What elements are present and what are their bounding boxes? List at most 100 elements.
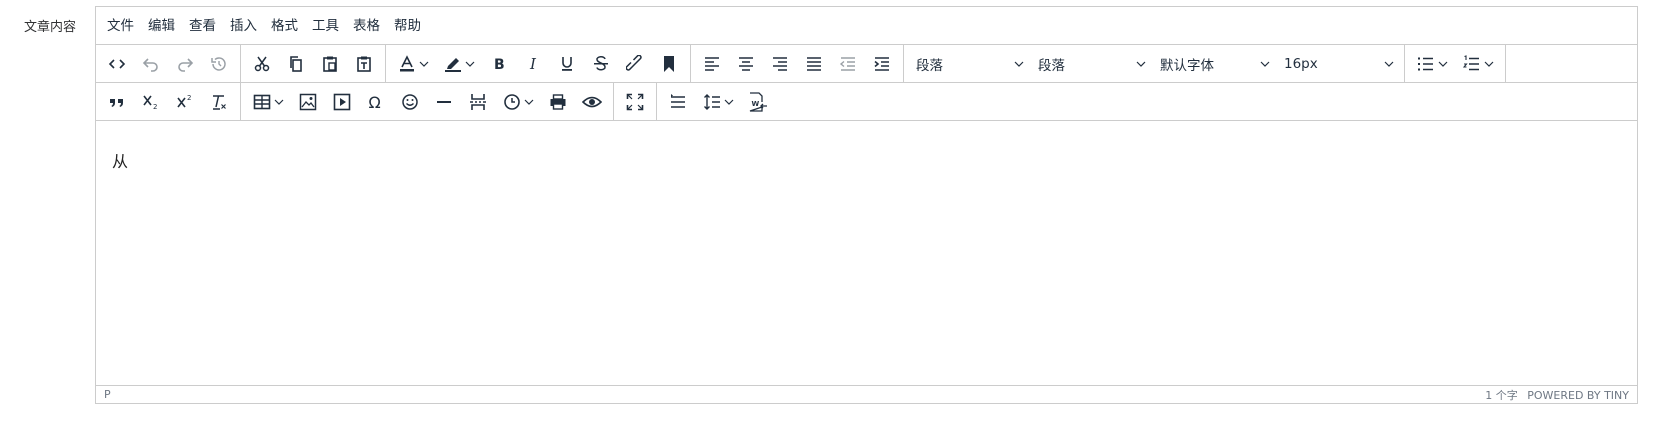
remove-format-button[interactable] [202, 87, 236, 117]
indent-button[interactable] [865, 49, 899, 79]
history-icon [211, 56, 226, 71]
page-break-button[interactable] [461, 87, 495, 117]
align-center-icon [739, 56, 753, 71]
source-code-icon [108, 58, 126, 69]
svg-text:I: I [529, 55, 537, 73]
fullscreen-button[interactable] [618, 87, 652, 117]
print-button[interactable] [541, 87, 575, 117]
text-color-button[interactable] [390, 49, 436, 79]
chevron-down-icon [1014, 61, 1024, 67]
toolbar-group-lists [1405, 45, 1506, 82]
word-import-icon: W [749, 91, 767, 112]
undo-button[interactable] [134, 49, 168, 79]
insert-datetime-button[interactable] [495, 87, 541, 117]
preview-button[interactable] [575, 87, 609, 117]
special-char-button[interactable]: Ω [359, 87, 393, 117]
line-spacing-button[interactable] [695, 87, 741, 117]
highlighter-icon [444, 57, 461, 72]
paste-button[interactable] [313, 49, 347, 79]
table-button[interactable] [245, 87, 291, 117]
fullscreen-icon [626, 93, 644, 110]
eye-icon [582, 96, 602, 107]
image-icon [299, 93, 317, 110]
superscript-button[interactable]: 2 [168, 87, 202, 117]
image-button[interactable] [291, 87, 325, 117]
line-height-button[interactable] [661, 87, 695, 117]
blockquote-button[interactable] [100, 87, 134, 117]
table-icon [253, 94, 270, 109]
font-size-select[interactable]: 16px [1276, 49, 1400, 79]
numbered-list-icon [1462, 54, 1479, 70]
align-justify-icon [807, 56, 821, 71]
paste-text-button[interactable] [347, 49, 381, 79]
toolbar-group-text: B I [386, 45, 691, 82]
toolbar-group-spacing: W [657, 83, 779, 120]
paste-icon [323, 56, 337, 72]
clock-icon [503, 93, 520, 110]
field-label: 文章内容 [24, 20, 77, 35]
copy-button[interactable] [279, 49, 313, 79]
source-code-button[interactable] [100, 49, 134, 79]
bullet-list-button[interactable] [1409, 49, 1455, 79]
block-format-select-2[interactable]: 段落 [1030, 49, 1152, 79]
chevron-down-icon [1438, 61, 1447, 67]
bold-button[interactable]: B [482, 49, 516, 79]
subscript-button[interactable]: 2 [134, 87, 168, 117]
redo-button[interactable] [168, 49, 202, 79]
branding-link[interactable]: POWERED BY TINY [1527, 389, 1629, 402]
bookmark-button[interactable] [652, 49, 686, 79]
svg-text:2: 2 [153, 103, 157, 111]
underline-icon [562, 56, 572, 71]
emoticons-button[interactable] [393, 87, 427, 117]
align-right-button[interactable] [763, 49, 797, 79]
font-size-value: 16px [1284, 55, 1318, 72]
menu-format[interactable]: 格式 [264, 7, 305, 45]
omega-icon: Ω [369, 93, 381, 111]
element-path[interactable]: P [104, 388, 111, 401]
clear-format-icon [213, 94, 226, 110]
content-paragraph[interactable]: 从 [112, 148, 128, 172]
bullet-list-icon [1417, 57, 1433, 70]
chevron-down-icon [524, 99, 533, 105]
menu-view[interactable]: 查看 [182, 7, 223, 45]
paste-text-icon [357, 56, 371, 72]
svg-text:2: 2 [187, 94, 191, 102]
menu-help[interactable]: 帮助 [387, 7, 428, 45]
toolbar-row-2: 2 2 Ω W [96, 83, 1637, 121]
align-justify-button[interactable] [797, 49, 831, 79]
menu-insert[interactable]: 插入 [223, 7, 264, 45]
menu-table[interactable]: 表格 [346, 7, 387, 45]
word-count[interactable]: 1 个字 [1485, 389, 1518, 402]
toolbar-group-selects: 段落 段落 默认字体 16px [904, 45, 1405, 82]
menu-file[interactable]: 文件 [100, 7, 141, 45]
statusbar-right: 1 个字 POWERED BY TINY [1479, 387, 1629, 403]
toolbar-group-clipboard [241, 45, 386, 82]
text-color-icon [399, 54, 414, 71]
numbered-list-button[interactable] [1455, 49, 1501, 79]
video-icon [333, 93, 351, 110]
editor-content-area[interactable]: 从 [96, 123, 1637, 385]
outdent-button[interactable] [831, 49, 865, 79]
italic-button[interactable]: I [516, 49, 550, 79]
align-left-button[interactable] [695, 49, 729, 79]
editor-statusbar: P 1 个字 POWERED BY TINY [96, 385, 1637, 403]
import-word-button[interactable]: W [741, 87, 775, 117]
cut-button[interactable] [245, 49, 279, 79]
link-button[interactable] [618, 49, 652, 79]
line-spacing-icon [703, 93, 720, 110]
horizontal-rule-button[interactable] [427, 87, 461, 117]
chevron-down-icon [724, 99, 733, 105]
highlight-color-button[interactable] [436, 49, 482, 79]
bold-icon: B [494, 57, 505, 73]
align-center-button[interactable] [729, 49, 763, 79]
align-right-icon [773, 56, 787, 71]
strikethrough-button[interactable] [584, 49, 618, 79]
font-family-select[interactable]: 默认字体 [1152, 49, 1276, 79]
block-format-select[interactable]: 段落 [908, 49, 1030, 79]
underline-button[interactable] [550, 49, 584, 79]
menu-tools[interactable]: 工具 [305, 7, 346, 45]
media-button[interactable] [325, 87, 359, 117]
restore-draft-button[interactable] [202, 49, 236, 79]
menu-edit[interactable]: 编辑 [141, 7, 182, 45]
svg-text:W: W [752, 100, 760, 108]
